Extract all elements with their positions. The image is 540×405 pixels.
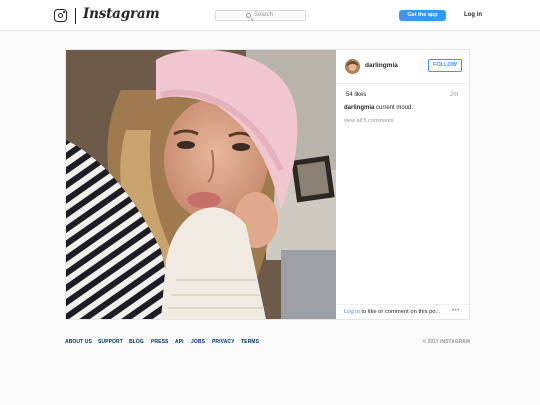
login-link[interactable]: Log in xyxy=(464,12,482,18)
post-sidebar: darlingmia FOLLOW 54 likes 2m darlingmia… xyxy=(336,50,469,319)
search-icon xyxy=(246,13,251,18)
comment-footer: Log in to like or comment on this po... … xyxy=(336,304,469,319)
footer-link-blog[interactable]: BLOG xyxy=(129,339,144,345)
top-nav-bar: Instagram Search Get the app Log in xyxy=(0,0,540,31)
camera-dot xyxy=(63,11,65,13)
logo-divider xyxy=(75,8,76,24)
like-count[interactable]: 54 likes xyxy=(346,92,366,98)
post-card: darlingmia FOLLOW 54 likes 2m darlingmia… xyxy=(65,49,470,320)
footer-link-terms[interactable]: TERMS xyxy=(241,339,259,345)
caption-username[interactable]: darlingmia xyxy=(344,105,374,111)
footer-link-about-us[interactable]: ABOUT US xyxy=(65,339,92,345)
login-to-comment-prompt: Log in to like or comment on this po... xyxy=(344,309,440,315)
view-all-comments-link[interactable]: view all 5 comments xyxy=(344,118,394,124)
follow-button[interactable]: FOLLOW xyxy=(428,59,462,72)
post-username[interactable]: darlingmia xyxy=(365,62,398,69)
get-the-app-button[interactable]: Get the app xyxy=(399,10,446,21)
post-timestamp[interactable]: 2m xyxy=(450,92,458,98)
footer-link-api[interactable]: API xyxy=(175,339,184,345)
instagram-wordmark[interactable]: Instagram xyxy=(83,6,160,22)
login-prompt-text: to like or comment on this po... xyxy=(361,309,441,315)
more-options-icon[interactable]: ••• xyxy=(452,308,460,314)
footer-link-privacy[interactable]: PRIVACY xyxy=(212,339,235,345)
page-footer: ABOUT US SUPPORT BLOG PRESS API JOBS PRI… xyxy=(65,339,470,349)
copyright-text: © 2017 INSTAGRAM xyxy=(422,339,471,345)
camera-lens xyxy=(57,12,63,18)
post-caption: darlingmia current mood. xyxy=(344,105,413,111)
footer-link-jobs[interactable]: JOBS xyxy=(191,339,205,345)
search-input[interactable]: Search xyxy=(215,10,306,21)
footer-link-press[interactable]: PRESS xyxy=(151,339,168,345)
post-photo[interactable] xyxy=(66,50,336,319)
avatar[interactable] xyxy=(345,59,360,74)
search-placeholder: Search xyxy=(254,12,274,18)
login-to-comment-link[interactable]: Log in xyxy=(344,309,360,315)
post-header: darlingmia FOLLOW xyxy=(336,50,469,84)
instagram-camera-icon[interactable] xyxy=(54,9,67,22)
caption-text: current mood. xyxy=(376,105,414,111)
footer-link-support[interactable]: SUPPORT xyxy=(98,339,123,345)
